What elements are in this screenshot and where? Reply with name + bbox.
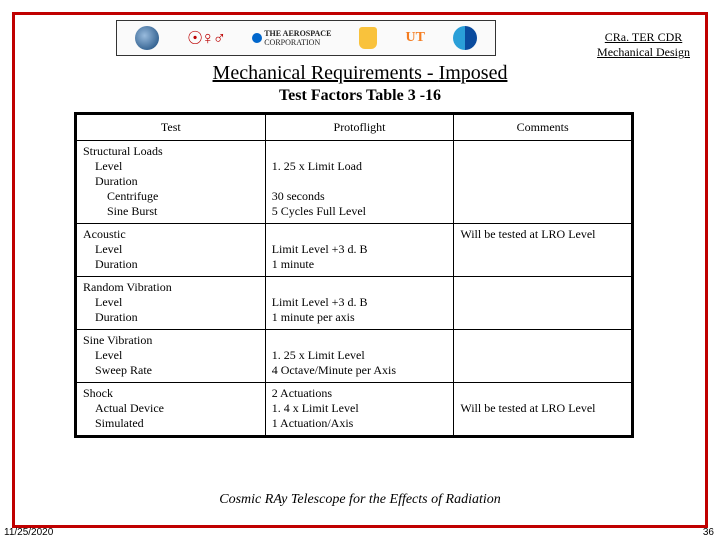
cell-test: Sine Vibration Level Sweep Rate [77, 330, 266, 383]
nasa-logo-icon [135, 24, 159, 52]
header-test: Test [77, 115, 266, 141]
cell-comments [454, 277, 632, 330]
cell-protoflight: Limit Level +3 d. B 1 minute [265, 224, 454, 277]
logo-strip: ☉♀♂ THE AEROSPACECORPORATION UT [116, 20, 496, 56]
proto-line: 1 Actuation/Axis [272, 416, 354, 430]
aerospace-text2: CORPORATION [264, 38, 320, 47]
footer-page-number: 36 [703, 527, 714, 538]
title-left: Mechanical Requirements - [213, 62, 439, 84]
header-comments: Comments [454, 115, 632, 141]
test-sub: Duration [83, 310, 259, 325]
aerospace-text: THE AEROSPACE [264, 29, 331, 38]
cell-test: Structural Loads Level Duration Centrifu… [77, 141, 266, 224]
test-sub: Duration [83, 174, 259, 189]
title-area: Mechanical Requirements - Imposed Test F… [0, 62, 720, 105]
noaa-logo-icon [453, 24, 477, 52]
test-subsub: Sine Burst [83, 204, 259, 219]
tagline-cap: C [219, 492, 228, 507]
tagline-part: osmic [229, 492, 265, 507]
proto-line: 1. 25 x Limit Level [272, 348, 365, 362]
proto-line: 30 seconds [272, 189, 325, 203]
test-subsub: Centrifuge [83, 189, 259, 204]
tagline-part: elescope for the [297, 492, 389, 507]
test-sub: Sweep Rate [83, 363, 259, 378]
test-sub: Actual Device [83, 401, 259, 416]
cell-comments [454, 141, 632, 224]
table-header-row: Test Protoflight Comments [77, 115, 632, 141]
tagline-part: ffects of [398, 492, 445, 507]
cell-protoflight: 2 Actuations 1. 4 x Limit Level 1 Actuat… [265, 383, 454, 436]
page-title: Mechanical Requirements - Imposed [0, 62, 720, 85]
cell-protoflight: 1. 25 x Limit Load 30 seconds 5 Cycles F… [265, 141, 454, 224]
test-name: Sine Vibration [83, 333, 152, 347]
cell-protoflight: Limit Level +3 d. B 1 minute per axis [265, 277, 454, 330]
table-row: Acoustic Level Duration Limit Level +3 d… [77, 224, 632, 277]
header-protoflight: Protoflight [265, 115, 454, 141]
shield-logo-icon [359, 24, 377, 52]
proto-line: 2 Actuations [272, 386, 332, 400]
tagline-part: y [281, 492, 291, 507]
proto-line: Limit Level +3 d. B [272, 242, 368, 256]
footer-date: 11/25/2020 [4, 527, 53, 538]
table-row: Random Vibration Level Duration Limit Le… [77, 277, 632, 330]
test-sub: Level [83, 159, 259, 174]
tagline-part: adiation [454, 492, 501, 507]
doc-ref-line2: Mechanical Design [597, 45, 690, 60]
cell-comments: Will be tested at LRO Level [454, 383, 632, 436]
test-sub: Level [83, 348, 259, 363]
table-row: Sine Vibration Level Sweep Rate 1. 25 x … [77, 330, 632, 383]
cell-test: Random Vibration Level Duration [77, 277, 266, 330]
test-name: Shock [83, 386, 113, 400]
test-name: Random Vibration [83, 280, 172, 294]
test-sub: Level [83, 295, 259, 310]
page-subtitle: Test Factors Table 3 -16 [0, 87, 720, 105]
test-name: Acoustic [83, 227, 126, 241]
proto-line: 1. 4 x Limit Level [272, 401, 359, 415]
ut-logo-icon: UT [405, 24, 424, 52]
test-sub: Duration [83, 257, 259, 272]
tagline: Cosmic RAy Telescope for the Effects of … [0, 492, 720, 508]
proto-line: 4 Octave/Minute per Axis [272, 363, 396, 377]
comments-text: Will be tested at LRO Level [460, 401, 595, 415]
cell-comments: Will be tested at LRO Level [454, 224, 632, 277]
proto-line: 5 Cycles Full Level [272, 204, 366, 218]
table-row: Shock Actual Device Simulated 2 Actuatio… [77, 383, 632, 436]
test-factors-table: Test Protoflight Comments Structural Loa… [74, 112, 634, 438]
cell-test: Shock Actual Device Simulated [77, 383, 266, 436]
tagline-cap: E [390, 492, 399, 507]
tagline-cap: R [446, 492, 455, 507]
proto-line: Limit Level +3 d. B [272, 295, 368, 309]
proto-line: 1 minute per axis [272, 310, 355, 324]
test-sub: Simulated [83, 416, 259, 431]
tagline-cap: RA [265, 492, 281, 507]
cell-comments [454, 330, 632, 383]
proto-line: 1. 25 x Limit Load [272, 159, 362, 173]
title-right: Imposed [439, 62, 508, 84]
test-sub: Level [83, 242, 259, 257]
proto-line: 1 minute [272, 257, 314, 271]
table-row: Structural Loads Level Duration Centrifu… [77, 141, 632, 224]
doc-reference: CRa. TER CDR Mechanical Design [597, 30, 690, 60]
cell-test: Acoustic Level Duration [77, 224, 266, 277]
doc-ref-line1: CRa. TER CDR [597, 30, 690, 45]
cell-protoflight: 1. 25 x Limit Level 4 Octave/Minute per … [265, 330, 454, 383]
test-name: Structural Loads [83, 144, 163, 158]
people-logo-icon: ☉♀♂ [187, 24, 224, 52]
aerospace-logo-icon: THE AEROSPACECORPORATION [252, 24, 331, 52]
